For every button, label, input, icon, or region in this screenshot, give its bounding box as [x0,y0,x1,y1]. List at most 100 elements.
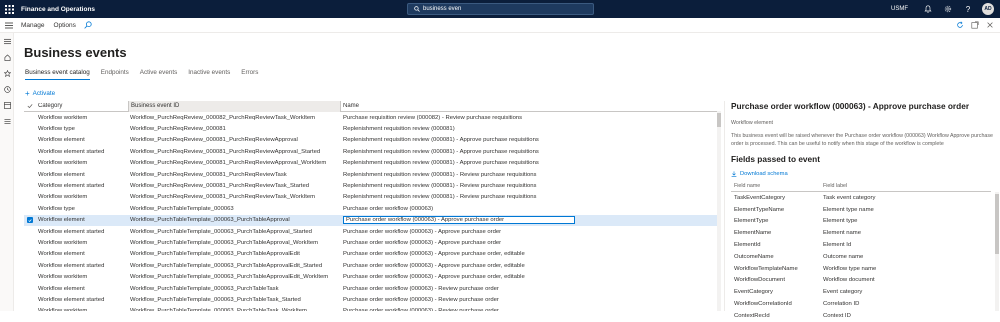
table-row[interactable]: Workflow type Workflow_PurchTableTemplate… [24,203,717,214]
business-event-grid: Category Business event ID Name Workflow… [24,101,717,311]
cell-category: Workflow element started [38,148,105,155]
field-row[interactable]: ContextRecId Context ID [731,310,991,322]
tab-errors[interactable]: Errors [241,69,258,80]
column-header-name[interactable]: Name [341,103,717,109]
fields-scrollbar-thumb[interactable] [995,194,999,254]
table-row[interactable]: Workflow element Workflow_PurchTableTempl… [24,249,717,260]
cell-business-event-id: Workflow_PurchTableTemplate_000063_Purch… [130,251,300,258]
field-row[interactable]: WorkflowCorrelationId Correlation ID [731,298,991,310]
cell-category: Workflow type [38,126,75,133]
field-row[interactable]: OutcomeName Outcome name [731,251,991,263]
close-icon[interactable] [986,21,994,29]
cell-category: Workflow workitem [38,160,88,167]
cell-name-text: Purchase order workflow (000063) [343,205,434,212]
field-name: ElementName [734,230,772,237]
cell-name: Purchase order workflow (000063) - Revie… [341,286,717,292]
table-row[interactable]: Workflow element Workflow_PurchReqReview_… [24,135,717,146]
field-label: Element Id [823,242,852,249]
field-row[interactable]: ElementType Element type [731,216,991,228]
options-menu[interactable]: Options [54,22,76,29]
grid-header: Category Business event ID Name [24,101,717,112]
field-row[interactable]: ElementTypeName Element type name [731,204,991,216]
row-select-cell[interactable] [24,217,36,224]
tab-endpoints[interactable]: Endpoints [101,69,129,80]
cell-name: Replenishment requisition review (000081… [341,194,717,200]
field-row[interactable]: TaskEventCategory Task event category [731,192,991,204]
help-icon[interactable]: ? [958,0,978,18]
table-row[interactable]: Workflow element Workflow_PurchTableTempl… [24,283,717,294]
field-name: WorkflowTemplateName [734,265,798,272]
select-all-check-icon[interactable] [24,103,36,109]
table-row[interactable]: Workflow type Workflow_PurchReqReview_000… [24,123,717,134]
bell-icon[interactable] [918,0,938,18]
grid-scrollbar-thumb[interactable] [717,113,721,127]
cell-name: Replenishment requisition review (000081… [341,183,717,189]
download-schema-button[interactable]: Download schema [731,171,1000,177]
cell-name-text: Replenishment requisition review (000081… [343,137,539,144]
recent-clock-icon[interactable] [0,81,14,97]
row-checkbox-checked[interactable] [27,217,33,224]
column-header-category[interactable]: Category [36,103,128,109]
nav-menu-icon[interactable] [0,33,14,49]
cell-business-event-id: Workflow_PurchReqReview_000081_PurchReqR… [130,148,321,155]
table-row[interactable]: Workflow element Workflow_PurchTableTempl… [24,214,717,226]
field-name: ElementType [734,218,769,225]
manage-menu[interactable]: Manage [21,22,45,29]
cell-business-event-id: Workflow_PurchTableTemplate_000063_Purch… [130,228,312,235]
field-row[interactable]: EventCategory Event category [731,286,991,298]
table-row[interactable]: Workflow workitemWorkflow_PurchTableTemp… [24,271,717,282]
gear-icon[interactable] [938,0,958,18]
workspaces-icon[interactable] [0,97,14,113]
app-launcher-icon[interactable] [0,0,18,18]
table-row[interactable]: Workflow workitem Workflow_PurchReqReview… [24,158,717,169]
activate-button[interactable]: + Activate [25,89,55,98]
refresh-icon[interactable] [956,21,964,29]
table-row[interactable]: Workflow workitem Workflow_PurchTableTemp… [24,237,717,248]
grid-scrollbar[interactable] [717,111,721,311]
table-row[interactable]: Workflow element started Workflow_PurchTa… [24,294,717,305]
hamburger-menu-icon[interactable] [0,18,18,33]
field-row[interactable]: ElementId Element Id [731,239,991,251]
favorites-star-icon[interactable] [0,65,14,81]
tab-business-event-catalog[interactable]: Business event catalog [25,69,90,80]
cell-category: Workflow element started [38,228,105,235]
cell-category: Workflow workitem [38,239,88,246]
company-picker[interactable]: USMF [891,6,908,12]
table-row[interactable]: Workflow element started Workflow_PurchTa… [24,226,717,237]
table-row[interactable]: Workflow element Workflow_PurchReqReview_… [24,169,717,180]
global-search-input[interactable]: business even [407,3,594,15]
table-row[interactable]: Workflow workitem Workflow_PurchReqReview… [24,192,717,203]
fields-table: Field name Field label TaskEventCategory… [731,181,991,322]
tab-inactive-events[interactable]: Inactive events [188,69,230,80]
action-search-icon[interactable] [84,21,92,29]
table-row[interactable]: Workflow element started Workflow_PurchTa… [24,260,717,271]
cell-name-text: Purchase order workflow (000063) - Appro… [343,274,525,281]
fields-table-header: Field name Field label [731,181,991,192]
avatar[interactable]: AD [982,3,994,15]
table-row[interactable]: Workflow element started Workflow_PurchRe… [24,180,717,191]
field-row[interactable]: ElementName Element name [731,227,991,239]
cell-business-event-id: Workflow_PurchReqReview_000081_PurchReqR… [130,171,287,178]
cell-name-text: Purchase order workflow (000063) - Appro… [343,262,525,269]
home-icon[interactable] [0,49,14,65]
table-row[interactable]: Workflow workitemWorkflow_PurchTableTemp… [24,306,717,311]
cell-category: Workflow element started [38,183,105,190]
cell-business-event-id: Workflow_PurchTableTemplate_000063_Purch… [130,285,279,292]
open-in-new-window-icon[interactable] [971,21,979,29]
field-row[interactable]: WorkflowDocument Workflow document [731,275,991,287]
cell-business-event-id: Workflow_PurchTableTemplate_000063_Purch… [130,239,319,246]
column-header-field-name[interactable]: Field name [731,183,823,189]
column-header-field-label[interactable]: Field label [823,183,983,189]
tab-active-events[interactable]: Active events [140,69,177,80]
field-row[interactable]: WorkflowTemplateName Workflow type name [731,263,991,275]
cell-category: Workflow element started [38,296,105,303]
column-header-business-event-id[interactable]: Business event ID [128,101,341,112]
table-row[interactable]: Workflow workitem Workflow_PurchReqReview… [24,112,717,123]
cell-business-event-id: Workflow_PurchReqReview_000081_PurchReqR… [130,160,327,167]
table-row[interactable]: Workflow element started Workflow_PurchRe… [24,146,717,157]
modules-list-icon[interactable] [0,113,14,129]
fields-heading: Fields passed to event [731,154,820,164]
action-bar: Manage Options [0,18,1000,33]
activate-label: Activate [32,90,56,97]
cell-name: Purchase order workflow (000063) - Appro… [341,274,717,280]
